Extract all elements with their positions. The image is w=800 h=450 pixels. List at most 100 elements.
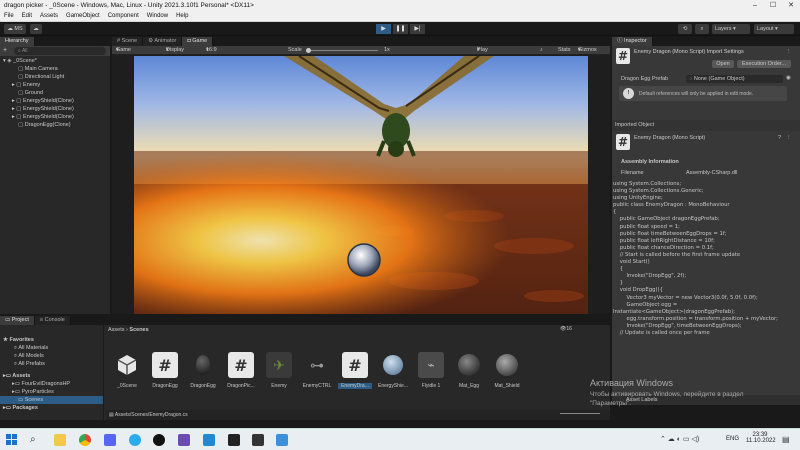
assets-row[interactable]: ▸▭ Assets bbox=[0, 372, 103, 380]
layers-dropdown[interactable]: Layers ▾ bbox=[712, 24, 750, 34]
breadcrumb-assets[interactable]: Assets bbox=[108, 327, 125, 333]
kebab-menu-icon[interactable]: ⋮ bbox=[786, 49, 792, 55]
tab-game[interactable]: ◘ Game bbox=[182, 37, 214, 46]
hierarchy-item[interactable]: ▸ ▢ Enemy bbox=[0, 81, 110, 89]
menu-help[interactable]: Help bbox=[176, 13, 188, 19]
gizmos-dropdown[interactable]: Gizmos ▾ bbox=[578, 46, 597, 55]
mute-audio-icon[interactable]: ♪ bbox=[540, 46, 543, 55]
kebab-menu-icon[interactable]: ⋮ bbox=[786, 135, 792, 141]
hierarchy-item[interactable]: ▸ ▢ EnergyShield(Clone) bbox=[0, 105, 110, 113]
tab-scene[interactable]: # Scene bbox=[112, 37, 144, 46]
maximize-button[interactable]: ☐ bbox=[764, 0, 782, 11]
window-title-bar: dragon picker - _0Scene - Windows, Mac, … bbox=[0, 0, 800, 11]
hierarchy-search-input[interactable]: ⌕ All bbox=[14, 47, 106, 55]
cloud-services-button[interactable]: ☁ bbox=[30, 24, 42, 34]
discord-icon[interactable] bbox=[104, 434, 116, 446]
favorites-row[interactable]: ★ Favorites bbox=[0, 336, 103, 344]
asset-item[interactable]: # DragonEgg bbox=[148, 352, 182, 389]
asset-item[interactable]: EnergyShie... bbox=[376, 352, 410, 389]
dragon-egg-prefab-field[interactable]: ◌ None (Game Object) bbox=[686, 75, 783, 83]
stats-button[interactable]: Stats bbox=[558, 46, 571, 55]
close-button[interactable]: ✕ bbox=[782, 0, 800, 11]
steam-icon[interactable] bbox=[153, 434, 165, 446]
game-mode-dropdown[interactable]: Game ▾ bbox=[116, 46, 131, 55]
hierarchy-item[interactable]: ▢ Main Camera bbox=[0, 65, 110, 73]
favorite-item[interactable]: ⌕ All Models bbox=[0, 352, 103, 360]
scale-slider-handle[interactable] bbox=[306, 48, 311, 53]
asset-folder[interactable]: ▸▭ FourEvilDragonsHP bbox=[0, 380, 103, 388]
asset-item-selected[interactable]: # EnemyDra... bbox=[338, 352, 372, 389]
unity-editor-icon[interactable] bbox=[252, 434, 264, 446]
app-icon[interactable] bbox=[276, 434, 288, 446]
menu-component[interactable]: Component bbox=[108, 13, 139, 19]
hierarchy-item[interactable]: ▢ Directional Light bbox=[0, 73, 110, 81]
hierarchy-scene-row[interactable]: ▾ ◈ _0Scene* bbox=[0, 57, 110, 65]
visual-studio-icon[interactable] bbox=[178, 434, 190, 446]
hierarchy-item[interactable]: ▸ ▢ EnergyShield(Clone) bbox=[0, 113, 110, 121]
asset-folder[interactable]: ▸▭ PyroParticles bbox=[0, 388, 103, 396]
asset-folder-selected[interactable]: ▭ Scenes bbox=[0, 396, 103, 404]
windows-start-icon[interactable] bbox=[6, 434, 18, 446]
tab-label: Console bbox=[44, 317, 65, 323]
asset-item[interactable]: ⊶ EnemyCTRL bbox=[300, 352, 334, 390]
game-render[interactable] bbox=[134, 56, 588, 314]
info-icon: ⓘ bbox=[617, 38, 623, 44]
tab-inspector[interactable]: ⓘ Inspector bbox=[612, 37, 653, 46]
asset-item[interactable]: Mat_Shield bbox=[490, 352, 524, 389]
account-button[interactable]: ☁ MS bbox=[4, 24, 26, 34]
help-icon[interactable]: ? bbox=[778, 135, 781, 141]
file-explorer-icon[interactable] bbox=[54, 434, 66, 446]
menu-edit[interactable]: Edit bbox=[22, 13, 32, 19]
aspect-dropdown[interactable]: 16:9 Aspect ▾ bbox=[206, 46, 223, 62]
tab-hierarchy[interactable]: Hierarchy bbox=[0, 37, 35, 46]
language-indicator[interactable]: ENG bbox=[726, 436, 739, 442]
execution-order-button[interactable]: Execution Order... bbox=[737, 60, 791, 68]
menu-window[interactable]: Window bbox=[147, 13, 168, 19]
add-icon[interactable]: + bbox=[3, 47, 7, 54]
menu-gameobject[interactable]: GameObject bbox=[66, 13, 100, 19]
search-icon[interactable]: ⌕ bbox=[30, 434, 42, 446]
clock[interactable]: 23:39 11.10.2022 bbox=[746, 432, 776, 444]
tab-animator[interactable]: ⚙ Animator bbox=[143, 37, 183, 46]
open-button[interactable]: Open bbox=[712, 60, 734, 68]
asset-item[interactable]: ⌁ Flyidle 1 bbox=[414, 352, 448, 389]
chrome-icon[interactable] bbox=[79, 434, 91, 446]
asset-item[interactable]: DragonEgg bbox=[186, 352, 220, 389]
menu-assets[interactable]: Assets bbox=[40, 13, 58, 19]
history-button[interactable]: ⟲ bbox=[678, 24, 692, 34]
packages-row[interactable]: ▸▭ Packages bbox=[0, 404, 103, 412]
scale-slider-track[interactable] bbox=[308, 50, 378, 51]
asset-item[interactable]: Mat_Egg bbox=[452, 352, 486, 389]
hierarchy-item[interactable]: ▸ ▢ EnergyShield(Clone) bbox=[0, 97, 110, 105]
tray-icons[interactable]: ⌃ ☁ ◐ ▭ ◁) bbox=[660, 435, 699, 443]
hierarchy-item[interactable]: ▢ DragonEgg(Clone) bbox=[0, 121, 110, 129]
game-mode-label: Game bbox=[116, 47, 131, 53]
object-picker-icon[interactable]: ◉ bbox=[786, 75, 791, 81]
hierarchy-item[interactable]: ▢ Ground bbox=[0, 89, 110, 97]
search-button[interactable]: ⌕ bbox=[695, 24, 709, 34]
thumbnail-size-slider[interactable] bbox=[560, 413, 600, 414]
tab-console[interactable]: ≡ Console bbox=[34, 316, 71, 325]
vscode-icon[interactable] bbox=[203, 434, 215, 446]
layout-dropdown[interactable]: Layout ▾ bbox=[754, 24, 794, 34]
minimize-button[interactable]: – bbox=[746, 0, 764, 11]
asset-item[interactable]: _0Scene bbox=[110, 352, 144, 389]
asset-item[interactable]: # DragonPic... bbox=[224, 352, 258, 389]
asset-item[interactable]: ✈ Enemy bbox=[262, 352, 296, 389]
favorite-item[interactable]: ⌕ All Prefabs bbox=[0, 360, 103, 368]
unity-hub-icon[interactable] bbox=[228, 434, 240, 446]
telegram-icon[interactable] bbox=[129, 434, 141, 446]
menu-file[interactable]: File bbox=[4, 13, 14, 19]
step-button[interactable]: ▶| bbox=[410, 24, 425, 34]
display-dropdown[interactable]: Display 1 ▾ bbox=[166, 46, 184, 62]
favorite-item[interactable]: ⌕ All Materials bbox=[0, 344, 103, 352]
center-tabbar: # Scene ⚙ Animator ◘ Game bbox=[112, 37, 610, 46]
search-placeholder: All bbox=[21, 48, 28, 54]
code-line: void Start() bbox=[613, 259, 650, 266]
breadcrumb-scenes[interactable]: Scenes bbox=[129, 327, 148, 333]
play-button[interactable]: ▶ bbox=[376, 24, 391, 34]
notifications-icon[interactable]: ▤ bbox=[782, 435, 790, 444]
play-focused-dropdown[interactable]: Play Focused ▾ bbox=[477, 46, 498, 62]
tab-project[interactable]: ▭ Project bbox=[0, 316, 35, 325]
pause-button[interactable]: ❚❚ bbox=[393, 24, 408, 34]
